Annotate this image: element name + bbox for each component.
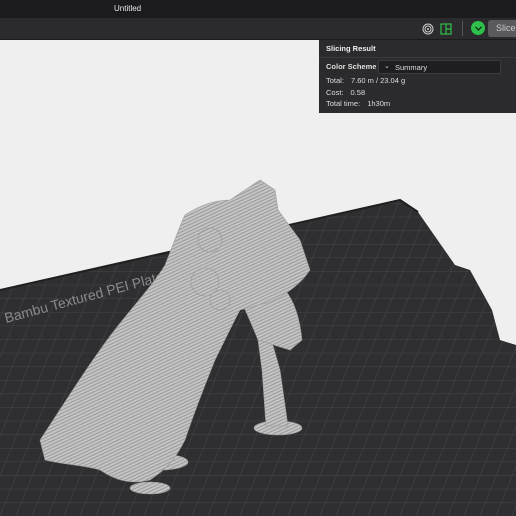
color-scheme-select[interactable]: ⌄ Summary [378, 60, 501, 74]
color-scheme-value: Summary [395, 62, 428, 72]
toolbar-divider [462, 21, 463, 36]
time-row: Total time: 1h30m [326, 99, 390, 108]
chevron-down-icon: ⌄ [384, 63, 390, 70]
layers-view-icon[interactable] [421, 22, 435, 36]
total-row: Total: 7.60 m / 23.04 g [326, 76, 405, 85]
cost-row: Cost: 0.58 [326, 88, 365, 97]
object-list-icon[interactable] [439, 22, 453, 36]
time-label: Total time: [326, 99, 361, 108]
cost-label: Cost: [326, 88, 344, 97]
time-value: 1h30m [367, 99, 391, 108]
cost-value: 0.58 [350, 88, 366, 97]
slicing-result-panel: Slicing Result Color Scheme ⌄ Summary To… [319, 40, 516, 113]
chevron-down-icon [474, 25, 482, 31]
total-value: 7.60 m / 23.04 g [350, 76, 406, 85]
slice-plate-button[interactable]: Slice [488, 20, 516, 37]
slice-dropdown-button[interactable] [471, 21, 485, 35]
title-bar: Untitled [0, 0, 516, 18]
window-title: Untitled [114, 4, 142, 13]
panel-header: Slicing Result [319, 40, 516, 58]
color-scheme-label: Color Scheme [326, 62, 377, 71]
total-label: Total: [326, 76, 344, 85]
toolbar: Slice [0, 18, 516, 40]
